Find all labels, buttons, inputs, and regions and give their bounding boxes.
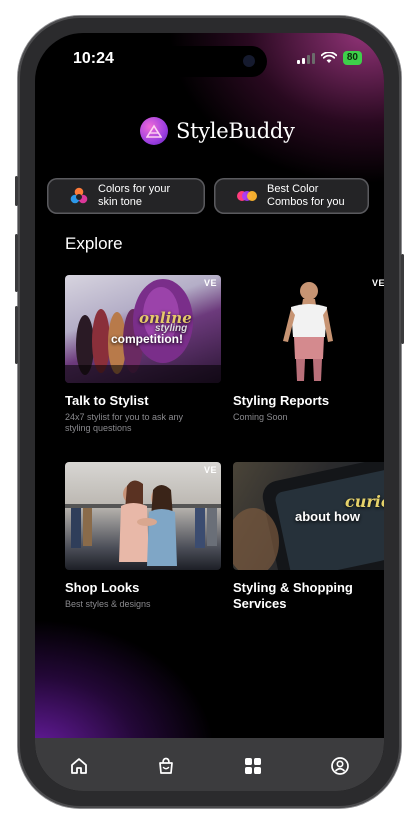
brand-badge: VE [203, 278, 217, 288]
volume-down-button [15, 306, 18, 364]
card-title: Talk to Stylist [65, 393, 149, 408]
chip-colors-skin-tone[interactable]: Colors for your skin tone [47, 178, 205, 214]
app-name: StyleBuddy [176, 119, 295, 143]
card-styling-shopping-services[interactable]: curio about how Styling & Shopping Servi… [233, 462, 384, 612]
color-wheel-icon [70, 187, 88, 204]
tab-profile[interactable] [329, 755, 351, 777]
tab-categories[interactable] [242, 755, 264, 777]
shopping-bag-icon [159, 757, 173, 774]
tab-shop[interactable] [155, 755, 177, 777]
card-styling-reports[interactable]: VE Styling Reports Coming Soon [233, 275, 384, 423]
card-subtitle: Best styles & designs [65, 599, 151, 609]
logo-mark-icon [140, 117, 168, 145]
models-illustration [65, 279, 221, 383]
volume-up-button [15, 234, 18, 292]
color-dots-icon [237, 191, 257, 201]
card-title: Styling & Shopping Services [233, 580, 353, 611]
power-button [401, 254, 404, 344]
chip-label: Colors for your skin tone [98, 183, 171, 208]
signal-icon [296, 52, 315, 64]
brand-badge: VE [203, 465, 217, 475]
explore-heading: Explore [65, 234, 123, 253]
app-logo: StyleBuddy [140, 117, 295, 145]
chip-best-color-combos[interactable]: Best Color Combos for you [214, 178, 369, 214]
avatar-figure-illustration [283, 282, 333, 381]
screen: 10:24 80 StyleBuddy Colors for your skin… [35, 33, 384, 791]
front-camera-icon [243, 55, 255, 67]
phone-frame: 10:24 80 StyleBuddy Colors for your skin… [15, 16, 404, 808]
card-subtitle: Coming Soon [233, 412, 288, 422]
talk-to-stylist-thumbnail: VE online styling competition! [65, 275, 221, 383]
shoppers-illustration [65, 480, 221, 566]
wifi-icon [320, 52, 337, 63]
action-button [15, 176, 18, 206]
card-talk-to-stylist[interactable]: VE online styling competition! Talk to S… [65, 275, 221, 434]
dynamic-island [155, 46, 267, 77]
status-icons: 80 [296, 51, 362, 65]
thumbnail-overlay-text: about how [295, 509, 360, 524]
bottom-tab-bar [35, 738, 384, 791]
card-title: Styling Reports [233, 393, 330, 408]
styling-services-thumbnail: curio about how [233, 462, 384, 570]
profile-icon [331, 757, 350, 775]
card-shop-looks[interactable]: VE Shop Looks Best styles & designs [65, 462, 221, 610]
brand-badge: VE [371, 278, 384, 288]
chip-label: Best Color Combos for you [267, 183, 345, 208]
card-subtitle: 24x7 stylist for you to ask any styling … [65, 412, 184, 433]
home-icon [70, 758, 87, 774]
shop-looks-thumbnail: VE [65, 462, 221, 570]
tab-home[interactable] [68, 755, 90, 777]
styling-reports-thumbnail: VE [233, 275, 384, 383]
thumbnail-overlay-text: competition! [111, 332, 183, 346]
battery-indicator: 80 [342, 51, 362, 65]
status-time: 10:24 [73, 50, 114, 67]
grid-icon [245, 758, 262, 774]
card-title: Shop Looks [65, 580, 140, 595]
